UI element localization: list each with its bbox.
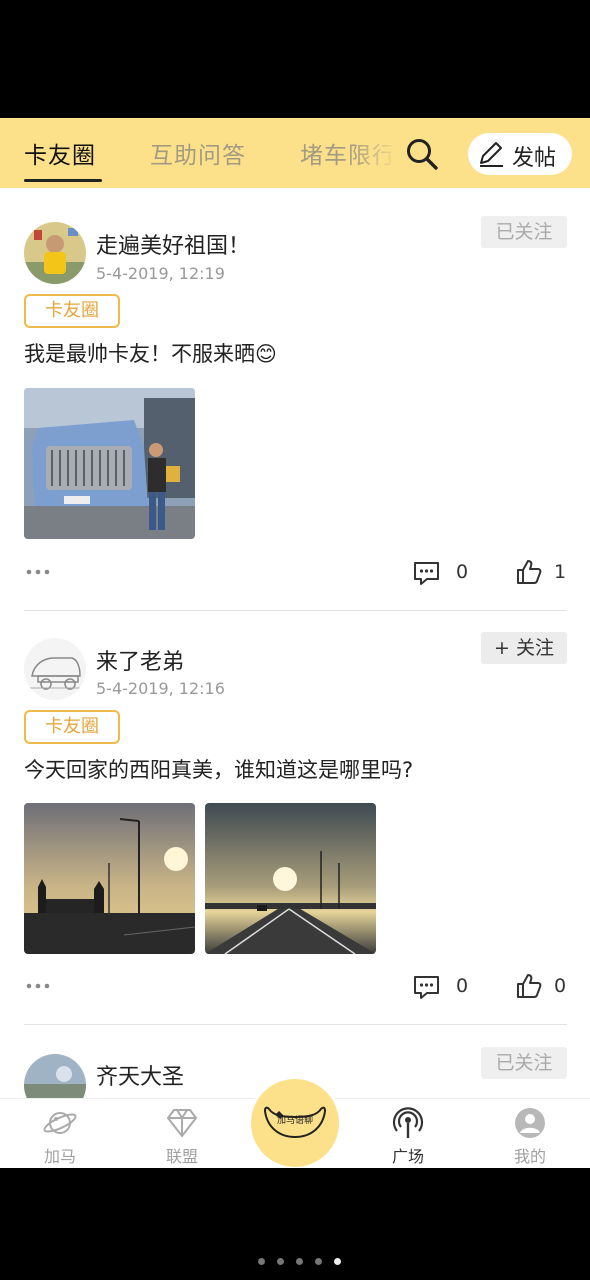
nav-item-wode[interactable]: 我的 [490, 1099, 570, 1168]
comment-icon[interactable] [413, 561, 440, 586]
top-tab-bar: 卡友圈 互助问答 堵车限行 发帖 [0, 118, 590, 188]
new-post-label: 发帖 [512, 146, 557, 171]
tab-fade-overlay [350, 118, 400, 188]
page-dot [296, 1258, 303, 1265]
tab-huzhu-wenda[interactable]: 互助问答 [150, 136, 246, 170]
nav-label: 联盟 [165, 1147, 198, 1166]
page-dot [277, 1258, 284, 1265]
diamond-icon [167, 1109, 197, 1137]
more-icon[interactable] [25, 568, 55, 576]
user-avatar-image [24, 222, 86, 284]
pen-icon [480, 142, 503, 167]
comment-count: 0 [456, 975, 469, 997]
tab-kayouquan[interactable]: 卡友圈 [24, 136, 96, 170]
post-time: 5-4-2019, 12:16 [96, 679, 225, 698]
app-screen: 卡友圈 互助问答 堵车限行 发帖 走遍美好祖国！ 5-4-2019, 12:19… [0, 118, 590, 1168]
like-count: 0 [554, 975, 567, 997]
planet-icon [43, 1112, 77, 1134]
more-icon[interactable] [25, 982, 55, 990]
center-chat-button[interactable]: 加马语聊 [248, 1076, 342, 1168]
nav-label: 广场 [391, 1147, 424, 1166]
post-author[interactable]: 走遍美好祖国！ [96, 228, 250, 260]
user-avatar-image [24, 638, 86, 700]
page-dot [315, 1258, 322, 1265]
post-text: 我是最帅卡友！不服来晒😊 [24, 342, 277, 366]
post-time: 5-4-2019, 12:19 [96, 264, 225, 283]
new-post-button[interactable]: 发帖 [468, 133, 572, 175]
topic-tag[interactable]: 卡友圈 [24, 294, 120, 328]
post-divider [24, 610, 567, 611]
follow-button[interactable]: + 关注 [481, 632, 567, 664]
page-indicator [258, 1258, 348, 1268]
post-author[interactable]: 齐天大圣 [96, 1059, 184, 1091]
post-author[interactable]: 来了老弟 [96, 644, 184, 676]
profile-icon [515, 1108, 545, 1138]
page-dot [258, 1258, 265, 1265]
post-photo-sunset-road[interactable] [205, 803, 376, 954]
post-text: 今天回家的西阳真美，谁知道这是哪里吗? [24, 758, 414, 782]
like-count: 1 [554, 561, 567, 583]
nav-item-lianmeng[interactable]: 联盟 [142, 1099, 222, 1168]
thumbs-up-icon[interactable] [516, 559, 542, 585]
nav-label: 我的 [513, 1147, 546, 1166]
post-photo-sunset-city[interactable] [24, 803, 195, 954]
comment-count: 0 [456, 561, 469, 583]
center-button-label: 加马语聊 [276, 1116, 313, 1126]
following-button[interactable]: 已关注 [481, 1047, 567, 1079]
comment-icon[interactable] [413, 975, 440, 1000]
nav-label: 加马 [43, 1147, 76, 1166]
active-tab-indicator [24, 179, 102, 182]
post-divider [24, 1024, 567, 1025]
search-icon[interactable] [404, 136, 440, 172]
nav-item-jiama[interactable]: 加马 [20, 1099, 100, 1168]
topic-tag[interactable]: 卡友圈 [24, 710, 120, 744]
nav-item-guangchang[interactable]: 广场 [368, 1099, 448, 1168]
avatar[interactable] [24, 638, 86, 700]
following-button[interactable]: 已关注 [481, 216, 567, 248]
page-dot-active [334, 1258, 341, 1265]
broadcast-icon [392, 1107, 424, 1138]
thumbs-up-icon[interactable] [516, 973, 542, 999]
post-photo-truck[interactable] [24, 388, 195, 539]
avatar[interactable] [24, 222, 86, 284]
